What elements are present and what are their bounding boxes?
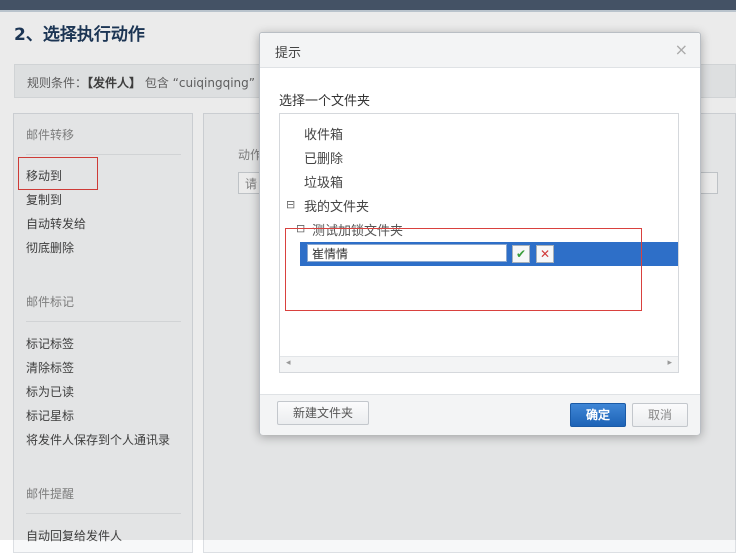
confirm-button[interactable]: 确定 — [570, 403, 626, 427]
select-folder-dialog: 提示 × 选择一个文件夹 收件箱 已删除 垃圾箱 ⊟ 我的文件夹 ⊟ 测试加锁文… — [259, 32, 701, 435]
folder-my-folders[interactable]: 我的文件夹 — [304, 196, 369, 215]
cancel-button[interactable]: 取消 — [632, 403, 688, 427]
dialog-header: 提示 × — [260, 33, 700, 68]
dialog-title: 提示 — [275, 46, 302, 61]
scroll-right-icon[interactable]: ▸ — [667, 358, 672, 368]
folder-deleted[interactable]: 已删除 — [304, 148, 343, 167]
folder-tree: 收件箱 已删除 垃圾箱 ⊟ 我的文件夹 ⊟ 测试加锁文件夹 ✔ ✕ ◂ ▸ — [279, 113, 679, 373]
new-folder-button[interactable]: 新建文件夹 — [277, 401, 369, 425]
close-icon[interactable]: × — [675, 40, 688, 59]
collapse-toggle-icon[interactable]: ⊟ — [286, 198, 295, 211]
dialog-prompt: 选择一个文件夹 — [279, 94, 371, 109]
scroll-left-icon[interactable]: ◂ — [286, 358, 291, 368]
folder-junk[interactable]: 垃圾箱 — [304, 172, 343, 191]
dialog-footer: 新建文件夹 确定 取消 — [260, 394, 700, 435]
folder-inbox[interactable]: 收件箱 — [304, 124, 343, 143]
horizontal-scrollbar[interactable]: ◂ ▸ — [280, 356, 678, 372]
annotation-highlight-box — [285, 228, 642, 311]
